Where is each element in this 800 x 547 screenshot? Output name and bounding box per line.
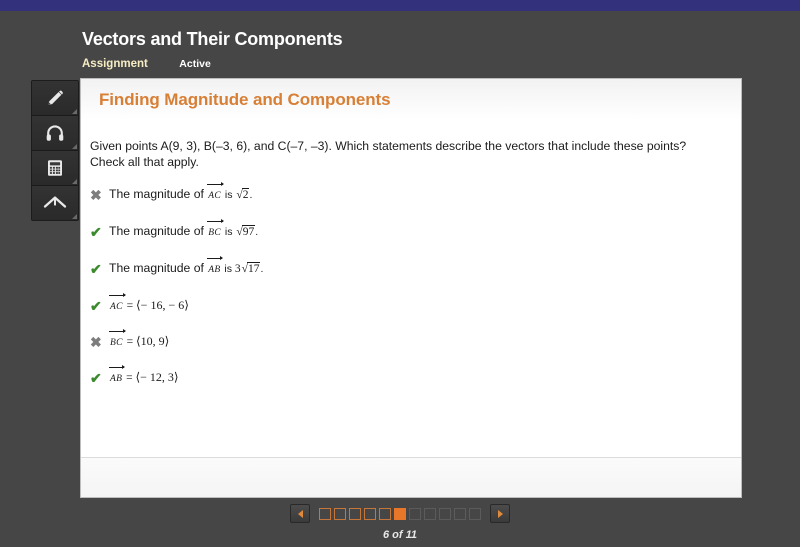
option-prefix: The magnitude of bbox=[109, 224, 208, 238]
check-icon: ✔ bbox=[90, 261, 102, 277]
page-dot-1[interactable] bbox=[319, 507, 331, 520]
answer-option-text: The magnitude of AB is 3√17. bbox=[109, 255, 264, 279]
chevron-left-icon bbox=[297, 509, 303, 518]
headphones-icon bbox=[44, 122, 66, 144]
vector-components: ⟨− 16, − 6⟩ bbox=[136, 298, 189, 312]
vector-notation: AB bbox=[109, 364, 126, 388]
page-dot-10[interactable] bbox=[454, 507, 466, 520]
calculator-icon bbox=[44, 157, 66, 179]
status-label: Active bbox=[179, 58, 211, 70]
radicand: 97 bbox=[241, 225, 256, 238]
answer-option[interactable]: ✔ AC = ⟨− 16, − 6⟩ bbox=[90, 292, 721, 333]
page-dot-9[interactable] bbox=[439, 507, 451, 520]
answer-option-text: The magnitude of BC is √97. bbox=[109, 218, 259, 242]
vector-notation: AB bbox=[207, 255, 224, 279]
cross-icon: ✖ bbox=[90, 187, 102, 203]
option-middle: is bbox=[222, 189, 236, 201]
submenu-corner-icon bbox=[72, 144, 77, 149]
page-dot-11[interactable] bbox=[469, 507, 481, 520]
page-subheader: Assignment Active bbox=[82, 56, 742, 71]
answer-option-text: The magnitude of AC is √2. bbox=[109, 181, 253, 205]
vector-notation: AC bbox=[109, 292, 126, 316]
equals-sign: = bbox=[123, 336, 136, 348]
vector-notation: BC bbox=[109, 328, 126, 352]
vector-components: ⟨10, 9⟩ bbox=[136, 334, 170, 348]
arrow-up-icon bbox=[42, 192, 68, 214]
card-body: Given points A(9, 3), B(–3, 6), and C(–7… bbox=[81, 121, 741, 459]
radicand: 17 bbox=[246, 262, 261, 275]
vector-components: ⟨− 12, 3⟩ bbox=[135, 370, 179, 384]
radicand: 2 bbox=[241, 188, 250, 201]
calculator-tool-button[interactable] bbox=[32, 151, 78, 186]
page-dots bbox=[319, 507, 481, 520]
previous-page-button[interactable] bbox=[290, 504, 310, 523]
option-suffix: . bbox=[255, 226, 259, 238]
check-icon: ✔ bbox=[90, 370, 102, 386]
assignment-label: Assignment bbox=[82, 58, 148, 70]
page-dot-4[interactable] bbox=[364, 507, 376, 520]
page-dot-5[interactable] bbox=[379, 507, 391, 520]
card-title: Finding Magnitude and Components bbox=[99, 89, 391, 109]
answer-option[interactable]: ✔ AB = ⟨− 12, 3⟩ bbox=[90, 364, 721, 405]
answer-option-text: AB = ⟨− 12, 3⟩ bbox=[109, 364, 179, 388]
answer-option-text: BC = ⟨10, 9⟩ bbox=[109, 328, 170, 352]
page-title: Vectors and Their Components bbox=[82, 29, 343, 49]
vector-notation: BC bbox=[207, 218, 224, 242]
check-icon: ✔ bbox=[90, 298, 102, 314]
answer-option[interactable]: ✔ The magnitude of BC is √97. bbox=[90, 218, 721, 260]
page-dot-6-current[interactable] bbox=[394, 507, 406, 520]
radical: √17 bbox=[241, 262, 261, 275]
pagination-controls bbox=[290, 504, 510, 523]
page-header: Vectors and Their Components Assignment … bbox=[82, 28, 742, 71]
answer-option[interactable]: ✔ The magnitude of AB is 3√17. bbox=[90, 255, 721, 297]
submenu-corner-icon bbox=[72, 214, 77, 219]
submenu-corner-icon bbox=[72, 109, 77, 114]
audio-tool-button[interactable] bbox=[32, 116, 78, 151]
radical: √97 bbox=[236, 225, 256, 238]
equals-sign: = bbox=[123, 300, 136, 312]
pagination: 6 of 11 bbox=[0, 504, 800, 541]
question-text: Given points A(9, 3), B(–3, 6), and C(–7… bbox=[90, 138, 721, 170]
option-middle: is bbox=[221, 263, 235, 275]
page-dot-8[interactable] bbox=[424, 507, 436, 520]
answer-option-text: AC = ⟨− 16, − 6⟩ bbox=[109, 292, 189, 316]
option-prefix: The magnitude of bbox=[109, 261, 208, 275]
next-page-button[interactable] bbox=[490, 504, 510, 523]
submenu-corner-icon bbox=[72, 179, 77, 184]
option-suffix: . bbox=[249, 189, 253, 201]
answer-option[interactable]: ✖ BC = ⟨10, 9⟩ bbox=[90, 328, 721, 369]
scroll-up-tool-button[interactable] bbox=[32, 186, 78, 220]
page-status-label: 6 of 11 bbox=[382, 529, 418, 541]
highlighter-tool-button[interactable] bbox=[32, 81, 78, 116]
question-line-1: Given points A(9, 3), B(–3, 6), and C(–7… bbox=[90, 139, 687, 153]
question-line-2: Check all that apply. bbox=[90, 155, 199, 169]
pencil-icon bbox=[44, 87, 66, 109]
card-header: Finding Magnitude and Components bbox=[81, 79, 741, 121]
vector-notation: AC bbox=[207, 181, 224, 205]
answer-option[interactable]: ✖ The magnitude of AC is √2. bbox=[90, 181, 721, 223]
radical: √2 bbox=[236, 188, 250, 201]
page-dot-7[interactable] bbox=[409, 507, 421, 520]
option-middle: is bbox=[222, 226, 236, 238]
lesson-card: Finding Magnitude and Components Given p… bbox=[80, 78, 742, 498]
page-dot-3[interactable] bbox=[349, 507, 361, 520]
chevron-right-icon bbox=[497, 509, 503, 518]
tool-sidebar bbox=[31, 80, 79, 221]
cross-icon: ✖ bbox=[90, 334, 102, 350]
top-accent-bar bbox=[0, 0, 800, 11]
equals-sign: = bbox=[123, 372, 136, 384]
option-prefix: The magnitude of bbox=[109, 187, 208, 201]
check-icon: ✔ bbox=[90, 224, 102, 240]
option-suffix: . bbox=[260, 263, 264, 275]
page-dot-2[interactable] bbox=[334, 507, 346, 520]
card-footer bbox=[81, 457, 741, 497]
